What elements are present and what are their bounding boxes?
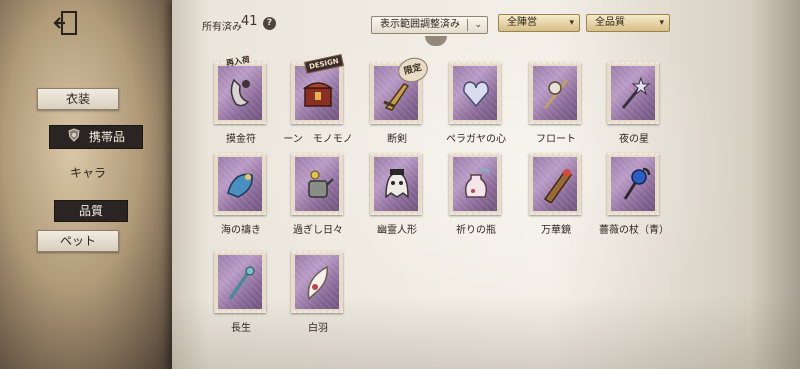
item-stamp <box>449 62 501 124</box>
rose-cane-icon <box>623 167 651 200</box>
dropdown-value: 全陣営 <box>507 17 537 28</box>
display-range-dropdown[interactable]: 表示範囲調整済み ⌄ <box>371 16 488 34</box>
item-name: 万華鏡 <box>541 225 571 236</box>
left-panel <box>0 0 180 369</box>
sidebar-item-quality[interactable]: 品質 <box>54 200 128 222</box>
list-item[interactable]: 長生 <box>208 251 274 341</box>
dropdown-separator <box>467 19 468 31</box>
item-name: ペラガヤの心 <box>446 134 506 145</box>
amulet-icon <box>230 78 250 107</box>
sidebar-item-label: ペット <box>59 234 96 248</box>
item-name: 海の禱き <box>221 225 261 236</box>
list-item[interactable]: 海の禱き <box>208 153 274 243</box>
item-name: 白羽 <box>308 323 328 334</box>
item-stamp <box>291 251 343 313</box>
sidebar-item-label: 携帯品 <box>88 130 125 144</box>
chevron-down-icon: ▾ <box>569 18 574 28</box>
sidebar-item-label: 品質 <box>78 204 103 218</box>
chevron-down-icon: ⌄ <box>474 20 482 30</box>
list-item[interactable]: フロート <box>523 62 589 152</box>
item-stamp <box>607 62 659 124</box>
list-item[interactable]: 限定 断剣 <box>364 54 431 152</box>
item-stamp <box>529 62 581 124</box>
item-name: 摸金符 <box>226 134 256 145</box>
sidebar-item-label: 衣装 <box>65 92 90 106</box>
list-item[interactable]: 祈りの瓶 <box>443 153 509 243</box>
sidebar-item-costume[interactable]: 衣装 <box>37 88 119 110</box>
list-item[interactable]: 幽霊人形 <box>364 153 430 243</box>
owned-label: 所有済み <box>202 22 242 33</box>
dropdown-value: 全品質 <box>595 17 625 28</box>
item-name: 長生 <box>231 323 251 334</box>
item-name: 断剣 <box>387 134 407 145</box>
dropdown-value: 表示範囲調整済み <box>380 19 460 30</box>
item-stamp <box>370 153 422 215</box>
exit-icon[interactable] <box>53 9 79 37</box>
item-name: 夜の星 <box>619 134 649 145</box>
item-stamp <box>449 153 501 215</box>
item-stamp <box>214 62 266 124</box>
sidebar-item-portable[interactable]: 携帯品 <box>49 125 143 149</box>
quality-dropdown[interactable]: 全品質 ▾ <box>586 14 670 32</box>
list-item[interactable]: 薔薇の杖（青） <box>599 153 669 243</box>
white-feather-icon <box>307 265 328 301</box>
prayer-bottle-icon <box>464 168 490 198</box>
sidebar-item-label: キャラ <box>69 166 106 180</box>
shield-icon <box>67 127 81 149</box>
watering-can-icon <box>308 170 334 198</box>
sidebar-item-chara[interactable]: キャラ <box>50 163 126 183</box>
owned-count: 41 <box>241 14 258 29</box>
list-item[interactable]: DESIGN ーン モノモノ <box>283 54 353 152</box>
crystal-heart-icon <box>463 81 489 108</box>
item-stamp <box>291 153 343 215</box>
item-name: 過ぎし日々 <box>293 225 343 236</box>
list-item[interactable]: 夜の星 <box>601 62 667 152</box>
item-name: 祈りの瓶 <box>456 225 496 236</box>
item-name: 幽霊人形 <box>377 225 417 236</box>
camp-dropdown[interactable]: 全陣営 ▾ <box>498 14 580 32</box>
float-staff-icon <box>543 79 569 109</box>
star-wand-icon <box>621 76 651 109</box>
list-item[interactable]: 過ぎし日々 <box>285 153 351 243</box>
sidebar-item-pet[interactable]: ペット <box>37 230 119 252</box>
item-name: 薔薇の杖（青） <box>599 225 669 236</box>
item-stamp <box>607 153 659 215</box>
list-item[interactable]: ペラガヤの心 <box>443 62 509 152</box>
longevity-staff-icon <box>228 266 255 300</box>
item-stamp <box>214 251 266 313</box>
help-icon[interactable]: ? <box>263 17 276 30</box>
item-stamp <box>529 153 581 215</box>
list-item[interactable]: 白羽 <box>285 251 351 341</box>
kaleidoscope-icon <box>543 169 573 203</box>
treasure-chest-icon <box>302 82 334 107</box>
item-stamp <box>214 153 266 215</box>
list-item[interactable]: 再入荷 摸金符 <box>208 55 274 152</box>
sea-shell-icon <box>227 173 253 198</box>
item-name: ーン モノモノ <box>283 134 353 145</box>
chevron-down-icon: ▾ <box>659 18 664 28</box>
ghost-doll-icon <box>385 169 409 199</box>
item-name: フロート <box>536 134 576 145</box>
list-item[interactable]: 万華鏡 <box>523 153 589 243</box>
